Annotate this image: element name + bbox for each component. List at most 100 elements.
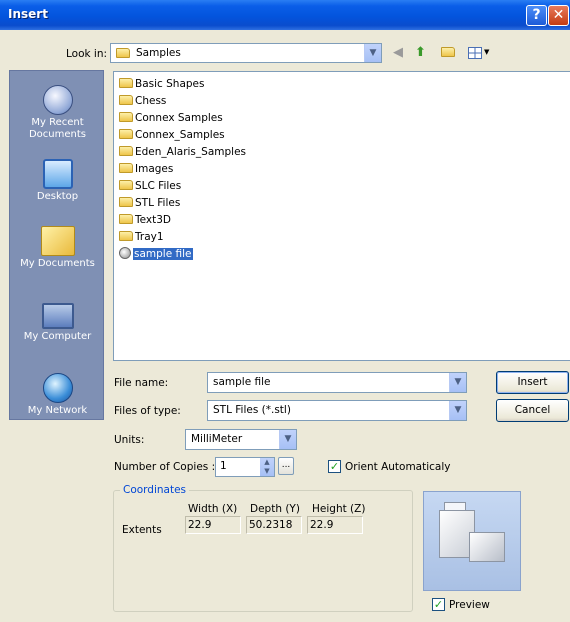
depth-value: 50.2318 — [246, 516, 302, 534]
folder-icon — [119, 146, 133, 156]
back-icon[interactable]: ◀ — [393, 45, 403, 60]
place-my-network[interactable]: My Network — [10, 373, 105, 417]
copies-stepper[interactable]: 1 ▲ ▼ — [215, 457, 275, 477]
list-item[interactable]: Tray1 — [119, 230, 164, 245]
file-name: Text3D — [135, 214, 172, 226]
recent-documents-icon — [42, 85, 73, 115]
file-name: Chess — [135, 95, 167, 107]
extents-label: Extents — [122, 524, 162, 536]
file-name: STL Files — [135, 197, 181, 209]
list-item[interactable]: Eden_Alaris_Samples — [119, 145, 246, 160]
folder-icon — [119, 180, 133, 190]
cancel-button[interactable]: Cancel — [496, 399, 569, 422]
window-title: Insert — [8, 7, 48, 21]
file-name: Images — [135, 163, 174, 175]
list-item[interactable]: Connex Samples — [119, 111, 223, 126]
file-name: sample file — [133, 248, 193, 260]
chevron-down-icon[interactable]: ▼ — [449, 373, 466, 392]
list-item[interactable]: STL Files — [119, 196, 180, 211]
list-item[interactable]: SLC Files — [119, 179, 181, 194]
list-item[interactable]: Text3D — [119, 213, 171, 228]
list-item[interactable]: Chess — [119, 94, 166, 109]
place-label: My Recent Documents — [28, 117, 87, 140]
folder-icon — [119, 214, 133, 224]
folder-icon — [119, 197, 133, 207]
new-folder-icon[interactable] — [441, 45, 457, 60]
place-my-documents[interactable]: My Documents — [10, 226, 105, 270]
file-type-value: STL Files (*.stl) — [213, 404, 291, 416]
folder-icon — [119, 95, 133, 105]
file-name: Tray1 — [135, 231, 164, 243]
preview-checkbox[interactable]: ✓ — [432, 598, 445, 611]
units-value: MilliMeter — [191, 433, 243, 445]
my-computer-icon — [41, 303, 74, 329]
stl-file-icon — [119, 247, 131, 259]
model-shape-side — [469, 532, 505, 562]
folder-icon — [119, 163, 133, 173]
desktop-icon — [42, 159, 73, 189]
chevron-down-icon[interactable]: ▼ — [449, 401, 466, 420]
look-in-value: Samples — [136, 47, 181, 59]
file-name-value: sample file — [213, 376, 271, 388]
place-recent-documents[interactable]: My Recent Documents — [10, 85, 105, 141]
chevron-down-icon[interactable]: ▼ — [484, 48, 489, 56]
file-list[interactable]: Basic Shapes Chess Connex Samples Connex… — [113, 71, 570, 361]
list-item[interactable]: Images — [119, 162, 173, 177]
place-label: My Network — [27, 405, 88, 416]
look-in-dropdown[interactable]: Samples ▼ — [110, 43, 382, 63]
views-menu-icon[interactable] — [468, 47, 482, 59]
units-dropdown[interactable]: MilliMeter ▼ — [185, 429, 297, 450]
file-name-input[interactable]: sample file ▼ — [207, 372, 467, 393]
file-type-dropdown[interactable]: STL Files (*.stl) ▼ — [207, 400, 467, 421]
units-label: Units: — [114, 434, 145, 446]
title-bar: Insert ? ✕ — [0, 0, 570, 30]
close-icon: ✕ — [552, 7, 565, 23]
folder-icon — [119, 78, 133, 88]
copies-value: 1 — [220, 460, 227, 472]
copies-label: Number of Copies : — [114, 461, 216, 473]
list-item[interactable]: Connex_Samples — [119, 128, 225, 143]
list-item-selected[interactable]: sample file — [119, 247, 193, 262]
up-folder-icon[interactable]: ⬆ — [415, 45, 426, 60]
folder-icon — [116, 48, 130, 58]
width-value: 22.9 — [185, 516, 241, 534]
file-name-label: File name: — [114, 377, 169, 389]
place-my-computer[interactable]: My Computer — [10, 303, 105, 343]
places-bar: My Recent Documents Desktop My Documents… — [9, 70, 104, 420]
height-header: Height (Z) — [312, 503, 366, 515]
place-label: Desktop — [36, 191, 79, 202]
my-documents-icon — [40, 226, 75, 256]
file-name: SLC Files — [135, 180, 182, 192]
model-preview — [423, 491, 521, 591]
list-item[interactable]: Basic Shapes — [119, 77, 205, 92]
file-name: Connex_Samples — [135, 129, 225, 141]
preview-label: Preview — [449, 599, 490, 611]
file-type-label: Files of type: — [114, 405, 181, 417]
file-name: Eden_Alaris_Samples — [135, 146, 246, 158]
depth-header: Depth (Y) — [250, 503, 300, 515]
place-label: My Documents — [20, 258, 95, 269]
folder-icon — [119, 129, 133, 139]
coordinates-title: Coordinates — [120, 484, 190, 496]
chevron-down-icon[interactable]: ▼ — [279, 430, 296, 449]
file-name: Basic Shapes — [135, 78, 205, 90]
folder-icon — [119, 231, 133, 241]
my-network-icon — [42, 373, 73, 403]
chevron-down-icon[interactable]: ▼ — [364, 44, 381, 62]
place-label: My Computer — [23, 331, 92, 342]
width-header: Width (X) — [188, 503, 238, 515]
insert-button[interactable]: Insert — [496, 371, 569, 394]
help-icon: ? — [532, 7, 541, 23]
orient-checkbox[interactable]: ✓ — [328, 460, 341, 473]
copies-browse-button[interactable]: ... — [278, 457, 294, 475]
look-in-label: Look in: — [66, 48, 108, 60]
folder-icon — [441, 47, 455, 57]
orient-label: Orient Automaticaly — [345, 461, 451, 473]
height-value: 22.9 — [307, 516, 363, 534]
place-desktop[interactable]: Desktop — [10, 159, 105, 203]
file-name: Connex Samples — [135, 112, 223, 124]
help-button[interactable]: ? — [526, 5, 547, 26]
folder-icon — [119, 112, 133, 122]
close-button[interactable]: ✕ — [548, 5, 569, 26]
spin-arrows-icon[interactable]: ▲ ▼ — [260, 458, 274, 476]
